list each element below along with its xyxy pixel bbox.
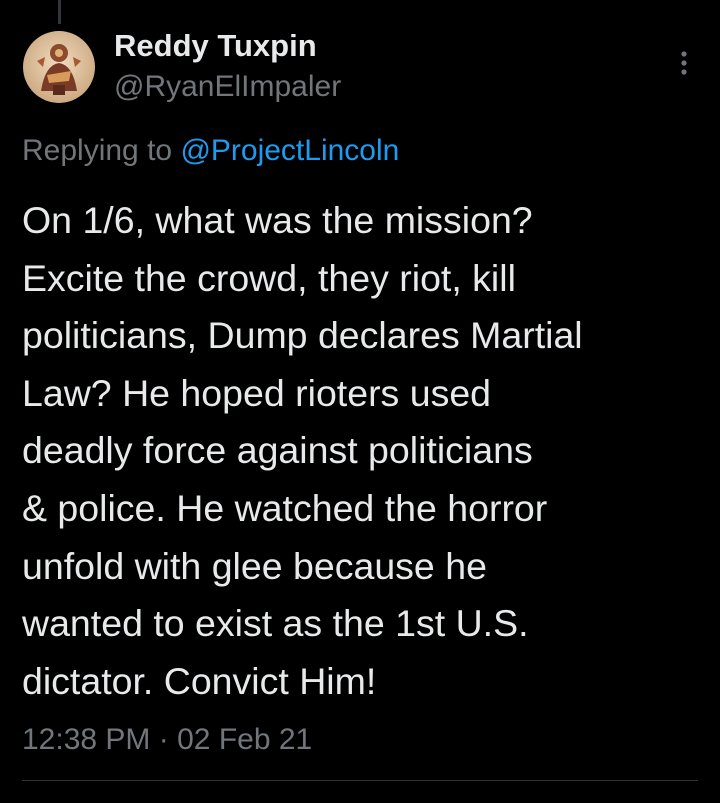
- tweet-line: unfold with glee because he: [22, 544, 487, 587]
- replying-to-label: Replying to: [22, 134, 173, 167]
- replying-to-mention-link[interactable]: @ProjectLincoln: [180, 134, 399, 167]
- tweet-line: Law? He hoped rioters used: [22, 371, 492, 414]
- tweet-line: & police. He watched the horror: [22, 486, 548, 529]
- divider: [22, 780, 698, 781]
- tweet-line: dictator. Convict Him!: [22, 659, 377, 702]
- author-handle[interactable]: @RyanElImpaler: [114, 69, 341, 105]
- tweet-line: deadly force against politicians: [22, 429, 533, 472]
- author-display-name[interactable]: Reddy Tuxpin: [114, 28, 317, 64]
- tweet-line: wanted to exist as the 1st U.S.: [22, 602, 529, 645]
- tweet-line: politicians, Dump declares Martial: [22, 314, 583, 357]
- thread-connector-line: [58, 0, 61, 24]
- tweet-body: On 1/6, what was the mission? Excite the…: [22, 192, 702, 710]
- tweet-date: 02 Feb 21: [177, 723, 313, 756]
- more-vertical-icon: [681, 51, 687, 75]
- tweet-line: Excite the crowd, they riot, kill: [22, 256, 516, 299]
- timestamp-separator: ·: [158, 723, 169, 756]
- tweet-line: On 1/6, what was the mission?: [22, 199, 533, 241]
- replying-to-line: Replying to @ProjectLincoln: [22, 132, 399, 170]
- profile-avatar-icon: [23, 31, 95, 103]
- author-avatar[interactable]: [23, 31, 95, 103]
- more-options-button[interactable]: [674, 46, 694, 80]
- tweet-time: 12:38 PM: [22, 723, 151, 756]
- tweet-timestamp[interactable]: 12:38 PM · 02 Feb 21: [22, 720, 312, 760]
